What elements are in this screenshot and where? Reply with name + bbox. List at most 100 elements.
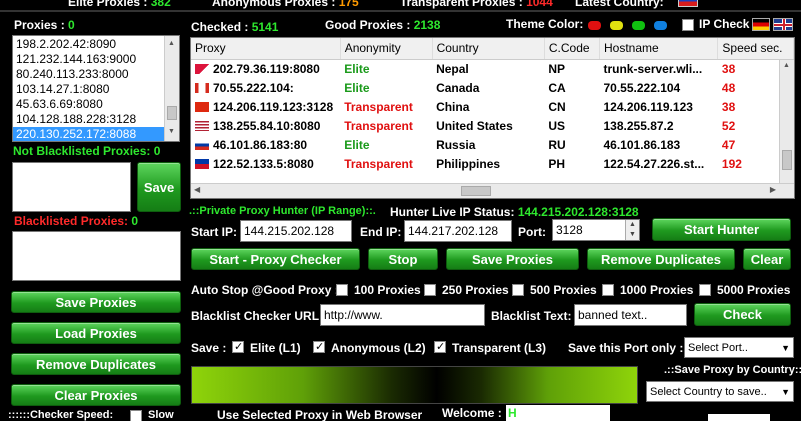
column-header[interactable]: Country <box>432 38 545 60</box>
table-row[interactable]: 46.101.86.183:80 Elite Russia RU 46.101.86.1… <box>191 135 794 154</box>
port-label: Port: <box>518 225 546 239</box>
stop-button[interactable]: Stop <box>368 248 438 270</box>
save-proxies-button[interactable]: Save Proxies <box>446 248 579 270</box>
table-cell-country: Nepal <box>432 59 544 78</box>
theme-color-swatch[interactable] <box>610 21 623 30</box>
column-header[interactable]: Speed sec. <box>717 38 794 60</box>
german-flag-icon[interactable] <box>752 18 770 31</box>
not-blacklisted-box[interactable] <box>12 162 131 212</box>
table-row[interactable]: 122.52.133.5:8080 Transparent Philippines P… <box>191 154 794 173</box>
auto-stop-checkbox[interactable] <box>699 284 711 296</box>
save-port-only-label: Save this Port only : <box>568 341 684 355</box>
save-label: Save : <box>191 341 227 355</box>
cell-text: 122.52.133.5:8080 <box>213 156 314 171</box>
column-header[interactable]: Anonymity <box>340 38 433 60</box>
top-status-bar: Elite Proxies : 382 Anonymous Proxies : … <box>0 0 801 9</box>
proxy-list-scrollbar[interactable]: ▲ ▼ <box>164 36 179 141</box>
table-cell-country: Canada <box>432 78 544 97</box>
list-item[interactable]: 121.232.144.163:9000 <box>13 52 165 67</box>
column-header[interactable]: Proxy <box>191 38 341 60</box>
table-cell-country: Philippines <box>432 154 544 173</box>
auto-stop-checkbox[interactable] <box>424 284 436 296</box>
cell-text: 124.206.119.123 <box>603 99 693 114</box>
grid-horizontal-scrollbar[interactable]: ◀ ▶ <box>191 183 794 198</box>
uk-flag-icon[interactable] <box>773 18 793 31</box>
column-header[interactable]: C.Code <box>544 38 600 60</box>
save-anonymous-checkbox[interactable] <box>313 340 325 353</box>
auto-stop-checkbox[interactable] <box>602 284 614 296</box>
table-cell-host: 46.101.86.183 <box>599 135 717 154</box>
table-cell-code: CN <box>544 97 599 116</box>
list-item[interactable]: 103.14.27.1:8080 <box>13 82 165 97</box>
auto-stop-checkbox[interactable] <box>336 284 348 296</box>
auto-stop-checkbox[interactable] <box>512 284 524 296</box>
table-cell-code: US <box>544 116 599 135</box>
save-not-blacklisted-button[interactable]: Save <box>137 162 181 212</box>
scroll-thumb[interactable] <box>167 106 177 120</box>
blacklist-url-input[interactable]: http://www. <box>320 304 485 326</box>
port-input[interactable]: 3128 ▲ ▼ <box>552 219 640 241</box>
use-proxy-in-browser-label[interactable]: Use Selected Proxy in Web Browser <box>217 408 422 421</box>
grid-scroll-left-icon[interactable]: ◀ <box>194 185 200 194</box>
grid-scroll-up-icon[interactable]: ▲ <box>783 62 790 69</box>
left-save-proxies-button[interactable]: Save Proxies <box>11 291 181 313</box>
list-item[interactable]: 45.63.6.69:8080 <box>13 97 165 112</box>
grid-scroll-right-icon[interactable]: ▶ <box>770 185 776 194</box>
load-proxies-button[interactable]: Load Proxies <box>11 322 181 344</box>
table-row[interactable]: 202.79.36.119:8080 Elite Nepal NP trunk-serv… <box>191 59 794 78</box>
table-cell-anon: Elite <box>340 78 432 97</box>
scroll-down-arrow-icon[interactable]: ▼ <box>168 128 175 135</box>
clear-proxies-button[interactable]: Clear Proxies <box>11 384 181 406</box>
start-proxy-checker-button[interactable]: Start - Proxy Checker <box>191 248 360 270</box>
country-select[interactable]: Select Country to save.. ▼ <box>646 381 794 402</box>
grid-h-scroll-thumb[interactable] <box>461 186 491 196</box>
list-item[interactable]: 198.2.202.42:8090 <box>13 37 165 52</box>
save-transparent-checkbox[interactable] <box>434 340 446 353</box>
save-elite-label: Elite (L1) <box>250 341 301 355</box>
grid-vertical-scrollbar[interactable]: ▲ <box>779 60 794 184</box>
end-ip-input[interactable]: 144.217.202.128 <box>404 220 512 242</box>
table-row[interactable]: 124.206.119.123:3128 Transparent China CN 12… <box>191 97 794 116</box>
scroll-up-arrow-icon[interactable]: ▲ <box>168 40 175 47</box>
column-header[interactable]: Hostname <box>599 38 719 60</box>
proxy-list[interactable]: 198.2.202.42:8090 121.232.144.163:9000 80.… <box>12 35 180 142</box>
cell-text: 46.101.86.183 <box>603 137 681 152</box>
results-grid[interactable]: Proxy Anonymity Country C.Code Hostname Speed… <box>190 37 795 199</box>
remove-duplicates-button[interactable]: Remove Duplicates <box>587 248 735 270</box>
slow-checkbox[interactable] <box>130 410 142 421</box>
save-elite-checkbox[interactable] <box>232 340 244 353</box>
blacklist-text-input[interactable]: banned text.. <box>574 304 687 326</box>
results-table: Proxy Anonymity Country C.Code Hostname Speed… <box>191 38 794 173</box>
table-cell-anon: Elite <box>340 135 432 154</box>
port-select[interactable]: Select Port.. ▼ <box>684 337 794 358</box>
table-cell-host: 138.255.87.2 <box>599 116 717 135</box>
list-item[interactable]: 80.240.113.233:8000 <box>13 67 165 82</box>
theme-color-swatch[interactable] <box>632 21 645 30</box>
check-button[interactable]: Check <box>694 303 791 326</box>
country-flag-icon <box>195 82 209 93</box>
welcome-box: H <box>506 405 610 421</box>
cell-text: Philippines <box>436 156 501 171</box>
philippines-flag-icon <box>678 0 698 7</box>
table-row[interactable]: 138.255.84.10:8080 Transparent United Stat… <box>191 116 794 135</box>
auto-stop-option-label: 100 Proxies <box>354 283 421 297</box>
checked-label: Checked : <box>191 20 249 34</box>
ip-check-checkbox[interactable] <box>682 19 694 31</box>
grid-scroll-thumb[interactable] <box>782 150 792 170</box>
chevron-down-icon: ▼ <box>781 342 790 353</box>
cell-text: 138.255.84.10:8080 <box>213 118 321 133</box>
blacklisted-box[interactable] <box>12 231 181 281</box>
list-item[interactable]: 104.128.188.228:3128 <box>13 112 165 127</box>
left-remove-duplicates-button[interactable]: Remove Duplicates <box>11 353 181 375</box>
table-row[interactable]: 70.55.222.104: Elite Canada CA 70.55.222.104… <box>191 78 794 97</box>
theme-color-swatch[interactable] <box>654 21 667 30</box>
cell-text: 48 <box>721 80 736 95</box>
start-ip-input[interactable]: 144.215.202.128 <box>240 220 352 242</box>
elite-proxies-count: 382 <box>150 0 171 9</box>
port-stepper[interactable]: ▲ ▼ <box>625 220 639 240</box>
clear-button[interactable]: Clear <box>743 248 791 270</box>
start-hunter-button[interactable]: Start Hunter <box>652 218 791 241</box>
list-item[interactable]: 220.130.252.172:8088 <box>13 127 165 141</box>
theme-color-swatch[interactable] <box>588 21 601 30</box>
cell-text: Transparent <box>344 99 413 114</box>
